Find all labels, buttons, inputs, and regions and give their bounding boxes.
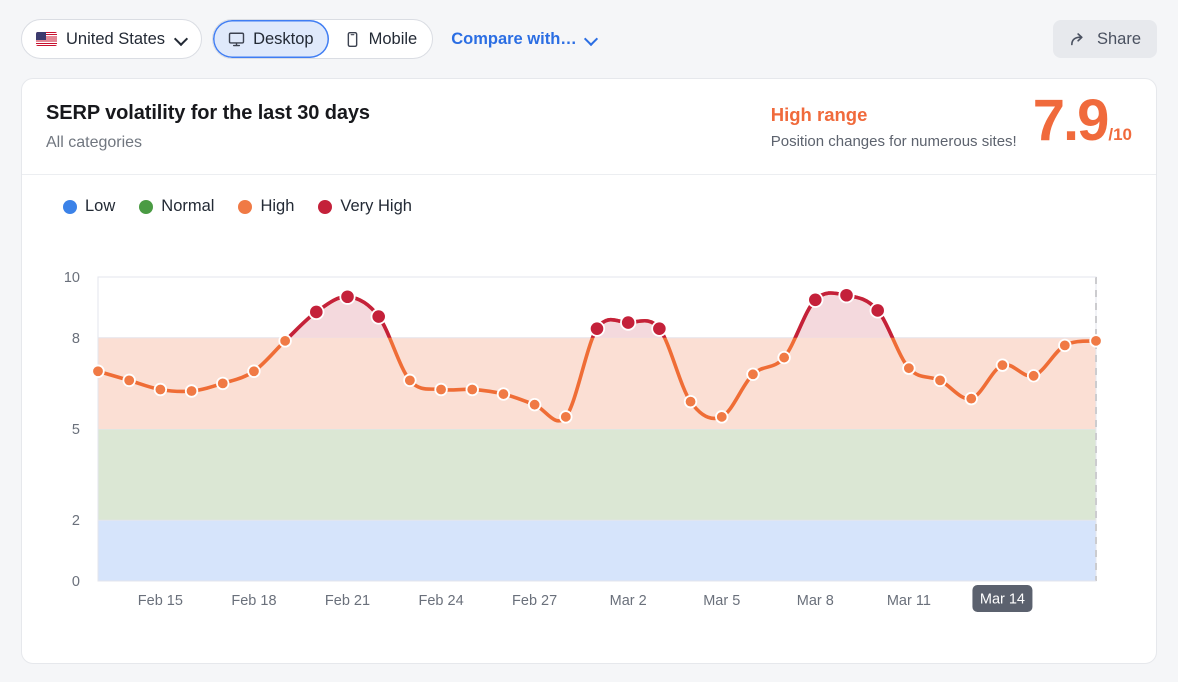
range-title: High range (770, 104, 868, 125)
compare-with-label: Compare with… (451, 29, 577, 48)
country-selector[interactable]: United States (21, 19, 203, 59)
svg-text:Mar 5: Mar 5 (703, 593, 740, 609)
share-button-label: Share (1096, 29, 1141, 48)
legend-label-normal: Normal (161, 197, 215, 215)
legend-label-low: Low (85, 197, 116, 215)
score-max: /10 (1108, 125, 1132, 144)
svg-text:5: 5 (72, 422, 80, 438)
legend-item-low[interactable]: Low (63, 197, 115, 216)
score-display: 7.9 /10 (1033, 92, 1132, 150)
toolbar: United States Desktop Mobile Compare wit… (0, 0, 1178, 78)
legend-item-very-high[interactable]: Very High (318, 197, 412, 216)
volatility-chart[interactable]: 0 2 5 8 10 Feb 15 Feb 18 Feb 21 Feb 24 Feb 27 Mar … (22, 216, 1156, 616)
svg-text:0: 0 (72, 574, 80, 590)
chevron-down-icon (586, 34, 597, 45)
chevron-down-icon (176, 34, 187, 45)
share-arrow-icon (1069, 30, 1088, 49)
mobile-phone-icon (344, 31, 361, 48)
chart-svg: 0 2 5 8 10 Feb 15 Feb 18 Feb 21 Feb 24 Feb 27 Mar … (64, 270, 1103, 612)
device-tab-desktop[interactable]: Desktop (213, 20, 329, 58)
svg-text:10: 10 (64, 270, 80, 286)
svg-text:Mar 14: Mar 14 (980, 592, 1025, 608)
card-header: SERP volatility for the last 30 days All… (22, 79, 1156, 175)
compare-with-dropdown[interactable]: Compare with… (451, 30, 597, 49)
device-segmented-control: Desktop Mobile (212, 19, 434, 59)
score-value: 7.9 (1032, 88, 1110, 153)
chart-legend: Low Normal High Very High (22, 175, 1156, 216)
legend-dot-low (63, 199, 77, 214)
page-title: SERP volatility for the last 30 days (46, 102, 370, 124)
legend-dot-high (238, 199, 253, 214)
volatility-card: SERP volatility for the last 30 days All… (21, 78, 1157, 664)
us-flag-icon (36, 32, 57, 46)
svg-text:Feb 21: Feb 21 (325, 593, 370, 609)
svg-text:Mar 11: Mar 11 (887, 593, 931, 609)
range-description: Position changes for numerous sites! (770, 133, 1017, 150)
card-subtitle: All categories (46, 134, 143, 151)
range-summary: High range Position changes for numerous… (771, 102, 1017, 150)
legend-item-normal[interactable]: Normal (139, 197, 214, 216)
svg-text:Feb 24: Feb 24 (418, 593, 463, 609)
device-tab-mobile-label: Mobile (368, 29, 418, 48)
svg-text:8: 8 (72, 331, 80, 347)
svg-text:Mar 2: Mar 2 (610, 593, 647, 609)
svg-text:Feb 27: Feb 27 (512, 593, 557, 609)
device-tab-desktop-label: Desktop (253, 29, 314, 48)
desktop-monitor-icon (228, 31, 245, 48)
legend-item-high[interactable]: High (238, 197, 294, 216)
card-header-left: SERP volatility for the last 30 days All… (46, 102, 370, 152)
svg-text:2: 2 (72, 513, 80, 529)
legend-dot-normal (139, 199, 154, 214)
device-tab-mobile[interactable]: Mobile (329, 20, 433, 58)
legend-label-very-high: Very High (340, 197, 412, 215)
country-selector-label: United States (66, 29, 166, 48)
svg-text:Feb 15: Feb 15 (138, 593, 183, 609)
legend-label-high: High (260, 197, 295, 215)
svg-text:Feb 18: Feb 18 (231, 593, 276, 609)
share-button[interactable]: Share (1052, 20, 1157, 58)
svg-text:Mar 8: Mar 8 (797, 593, 834, 609)
legend-dot-very-high (318, 199, 333, 214)
card-header-right: High range Position changes for numerous… (771, 92, 1132, 151)
